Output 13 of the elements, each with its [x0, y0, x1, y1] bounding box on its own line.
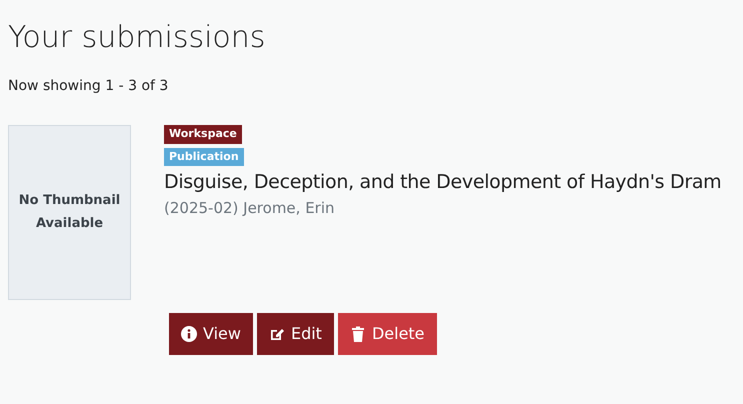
tag: Publication	[164, 148, 244, 166]
trash-icon	[350, 326, 366, 342]
tag: Workspace	[164, 125, 242, 144]
edit-icon	[268, 326, 285, 342]
info-icon	[181, 326, 197, 342]
pagination-text: Now showing 1 - 3 of 3	[8, 77, 170, 96]
item-title: Disguise, Deception, and the Development of Haydn's Dram	[164, 170, 722, 195]
view-button[interactable]: View	[169, 313, 253, 355]
no-thumbnail-text: No Thumbnail Available	[18, 192, 122, 232]
delete-button[interactable]: Delete	[338, 313, 437, 355]
edit-button[interactable]: Edit	[256, 313, 334, 355]
item-meta: (2025-02) Jerome, Erin	[164, 198, 336, 218]
page-heading: Your submissions	[8, 20, 266, 56]
